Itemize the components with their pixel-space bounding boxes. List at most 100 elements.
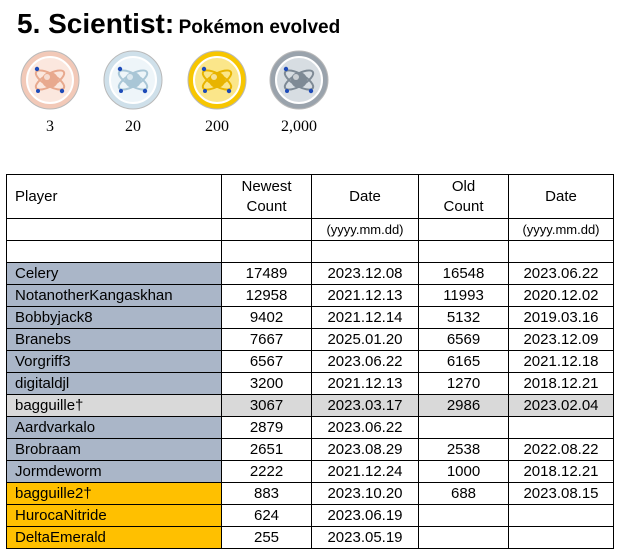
newest-count-cell: 2222	[221, 460, 312, 483]
title-subtitle: Pokémon evolved	[178, 17, 341, 38]
medal-threshold-label: 200	[205, 118, 229, 135]
gold-medal-icon	[187, 50, 247, 110]
newest-count-cell: 883	[221, 482, 312, 505]
newest-count-cell: 7667	[221, 328, 312, 351]
table-row: NotanotherKangaskhan 12958 2021.12.13 11993…	[6, 284, 614, 307]
newest-date-cell: 2021.12.13	[311, 284, 419, 307]
player-name-cell: Bobbyjack8	[6, 306, 222, 329]
newest-count-cell: 3067	[221, 394, 312, 417]
old-count-cell	[418, 504, 509, 527]
old-date-cell: 2023.02.04	[508, 394, 614, 417]
newest-count-cell: 9402	[221, 306, 312, 329]
medal-threshold-label: 3	[46, 118, 54, 135]
newest-count-cell: 6567	[221, 350, 312, 373]
newest-count-cell: 2879	[221, 416, 312, 439]
old-count-cell: 16548	[418, 262, 509, 285]
header-date2: Date	[508, 174, 614, 219]
old-count-cell: 5132	[418, 306, 509, 329]
newest-count-cell: 2651	[221, 438, 312, 461]
header-player: Player	[6, 174, 222, 219]
player-name-cell: bagguille2†	[6, 482, 222, 505]
player-name-cell: digitaldjl	[6, 372, 222, 395]
table-row: bagguille2† 883 2023.10.20 688 2023.08.15	[6, 482, 614, 505]
title-number: 5. Scientist:	[17, 8, 175, 39]
header-row: Player Newest Count Date Old Count Date	[6, 174, 614, 219]
player-name-cell: HurocaNitride	[6, 504, 222, 527]
newest-date-cell: 2025.01.20	[311, 328, 419, 351]
table-row: Aardvarkalo 2879 2023.06.22	[6, 416, 614, 439]
newest-date-cell: 2023.05.19	[311, 526, 419, 549]
old-date-cell	[508, 504, 614, 527]
old-date-cell: 2022.08.22	[508, 438, 614, 461]
table-row: Vorgriff3 6567 2023.06.22 6165 2021.12.18	[6, 350, 614, 373]
old-count-cell: 6569	[418, 328, 509, 351]
player-name-cell: Aardvarkalo	[6, 416, 222, 439]
old-count-cell	[418, 416, 509, 439]
player-name-cell: Jormdeworm	[6, 460, 222, 483]
old-date-cell	[508, 416, 614, 439]
newest-date-cell: 2023.12.08	[311, 262, 419, 285]
table-row: bagguille† 3067 2023.03.17 2986 2023.02.04	[6, 394, 614, 417]
old-date-cell: 2020.12.02	[508, 284, 614, 307]
medal-threshold-label: 20	[125, 118, 141, 135]
newest-date-cell: 2021.12.14	[311, 306, 419, 329]
table-row: digitaldjl 3200 2021.12.13 1270 2018.12.21	[6, 372, 614, 395]
old-date-cell: 2018.12.21	[508, 460, 614, 483]
old-date-cell: 2019.03.16	[508, 306, 614, 329]
newest-count-cell: 255	[221, 526, 312, 549]
old-count-cell: 688	[418, 482, 509, 505]
empty-cell	[221, 218, 312, 241]
header-old-line1: Old	[451, 177, 476, 195]
newest-date-cell: 2023.10.20	[311, 482, 419, 505]
header-old-count: Old Count	[418, 174, 509, 219]
table-row: Jormdeworm 2222 2021.12.24 1000 2018.12.21	[6, 460, 614, 483]
old-date-cell: 2023.06.22	[508, 262, 614, 285]
empty-cell	[418, 240, 509, 263]
newest-date-cell: 2021.12.24	[311, 460, 419, 483]
empty-cell	[6, 218, 222, 241]
table-row: Celery 17489 2023.12.08 16548 2023.06.22	[6, 262, 614, 285]
table-row: Bobbyjack8 9402 2021.12.14 5132 2019.03.16	[6, 306, 614, 329]
player-name-cell: Brobraam	[6, 438, 222, 461]
bronze-medal-icon	[20, 50, 80, 110]
silver-medal-icon	[103, 50, 163, 110]
old-count-cell: 11993	[418, 284, 509, 307]
newest-date-cell: 2023.03.17	[311, 394, 419, 417]
newest-count-cell: 624	[221, 504, 312, 527]
page-title: 5. Scientist: Pokémon evolved	[17, 8, 340, 40]
old-count-cell: 2986	[418, 394, 509, 417]
player-name-cell: Branebs	[6, 328, 222, 351]
empty-cell	[418, 218, 509, 241]
platinum-medal-icon	[269, 50, 329, 110]
header-newest-line1: Newest	[241, 177, 292, 195]
blank-row	[6, 240, 614, 263]
old-date-cell: 2021.12.18	[508, 350, 614, 373]
date-format-note: (yyyy.mm.dd)	[311, 218, 419, 241]
table-row: HurocaNitride 624 2023.06.19	[6, 504, 614, 527]
header-old-line2: Count	[443, 197, 484, 215]
table-row: Branebs 7667 2025.01.20 6569 2023.12.09	[6, 328, 614, 351]
date-format-note-2: (yyyy.mm.dd)	[508, 218, 614, 241]
header-newest-line2: Count	[246, 197, 287, 215]
table-row: DeltaEmerald 255 2023.05.19	[6, 526, 614, 549]
newest-date-cell: 2021.12.13	[311, 372, 419, 395]
old-count-cell	[418, 526, 509, 549]
player-name-cell: bagguille†	[6, 394, 222, 417]
old-count-cell: 1000	[418, 460, 509, 483]
old-date-cell: 2018.12.21	[508, 372, 614, 395]
newest-date-cell: 2023.06.19	[311, 504, 419, 527]
newest-count-cell: 3200	[221, 372, 312, 395]
header-date: Date	[311, 174, 419, 219]
old-date-cell: 2023.08.15	[508, 482, 614, 505]
old-count-cell: 6165	[418, 350, 509, 373]
medal-threshold-label: 2,000	[281, 118, 317, 135]
header-newest-count: Newest Count	[221, 174, 312, 219]
player-name-cell: NotanotherKangaskhan	[6, 284, 222, 307]
newest-count-cell: 17489	[221, 262, 312, 285]
date-format-row: (yyyy.mm.dd) (yyyy.mm.dd)	[6, 218, 614, 241]
leaderboard-table: Player Newest Count Date Old Count Date …	[6, 174, 614, 549]
newest-date-cell: 2023.08.29	[311, 438, 419, 461]
player-name-cell: DeltaEmerald	[6, 526, 222, 549]
player-name-cell: Vorgriff3	[6, 350, 222, 373]
empty-cell	[221, 240, 312, 263]
